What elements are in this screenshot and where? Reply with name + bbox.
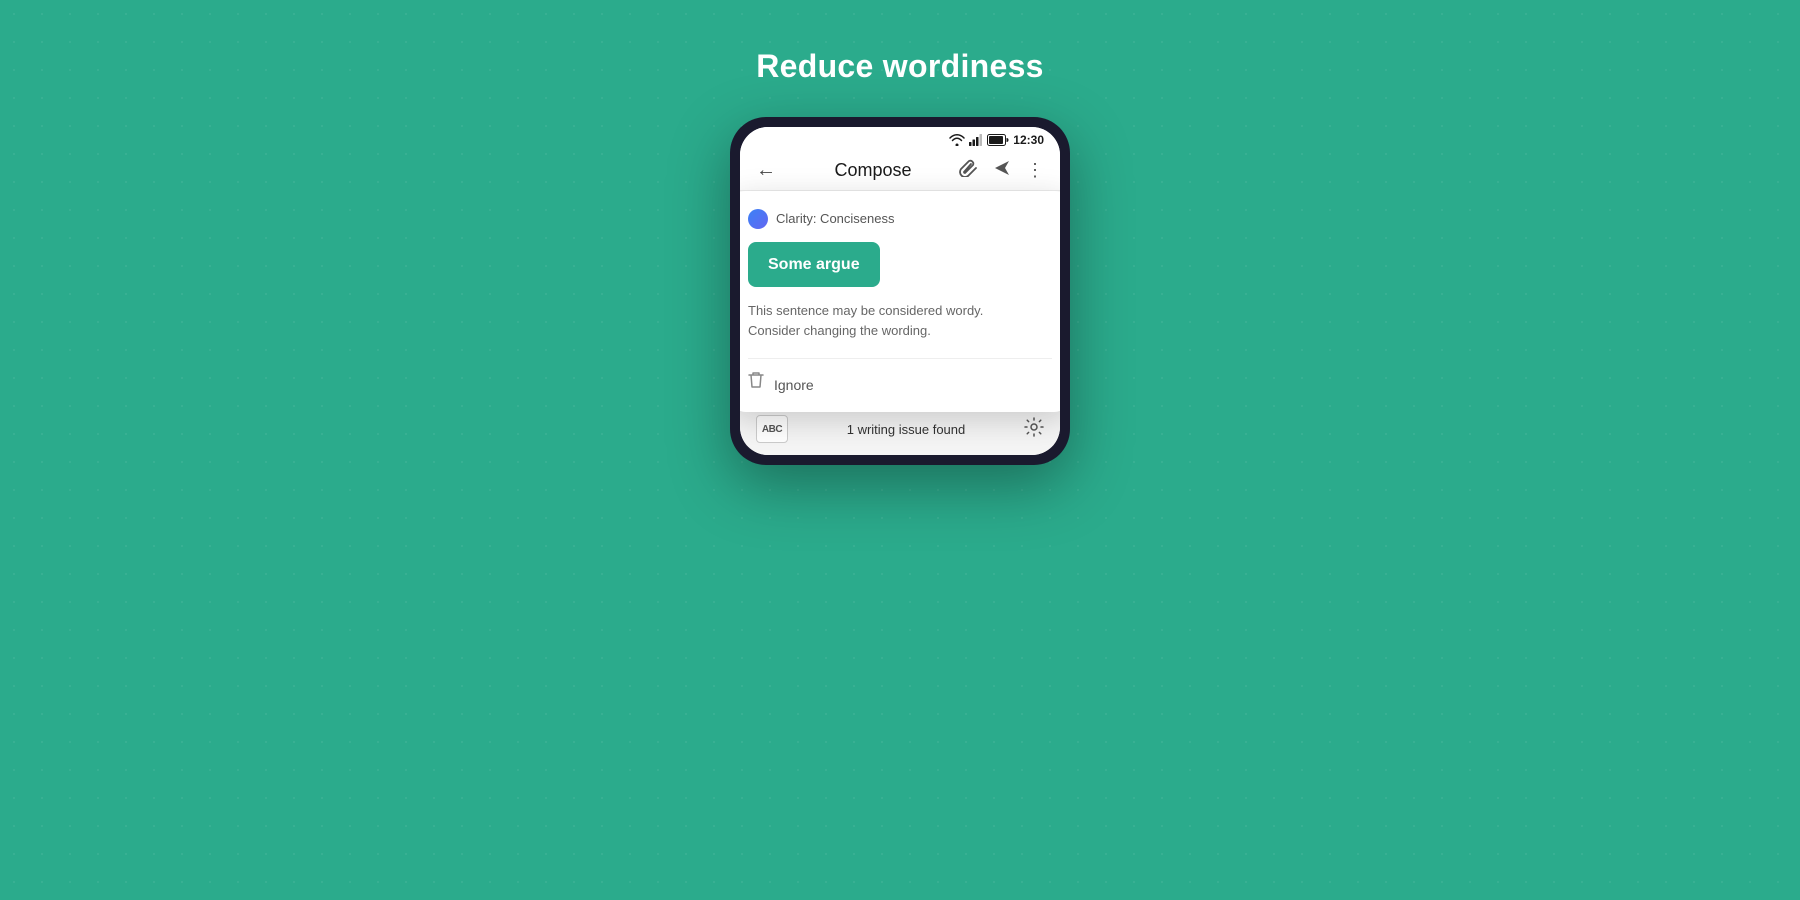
grammarly-icon xyxy=(748,209,768,229)
settings-button[interactable] xyxy=(1024,417,1044,442)
trash-icon xyxy=(748,371,764,398)
ignore-label: Ignore xyxy=(774,374,814,396)
ignore-row[interactable]: Ignore xyxy=(748,371,1052,398)
back-button[interactable]: ← xyxy=(756,159,776,182)
compose-toolbar: ← Compose ⋮ xyxy=(740,151,1060,191)
phone-screen: 12:30 ← Compose ⋮ xyxy=(740,127,1060,455)
suggestion-description: This sentence may be considered wordy. C… xyxy=(748,301,1052,340)
compose-title: Compose xyxy=(788,160,958,181)
suggestion-card: Clarity: Conciseness Some argue This sen… xyxy=(740,191,1060,412)
page-title: Reduce wordiness xyxy=(756,48,1044,85)
status-bar: 12:30 xyxy=(740,127,1060,151)
toolbar-actions: ⋮ xyxy=(958,159,1044,182)
battery-icon xyxy=(987,134,1009,146)
wifi-icon xyxy=(949,134,965,146)
suggestion-desc-line1: This sentence may be considered wordy. xyxy=(748,303,983,318)
writing-issue-text: 1 writing issue found xyxy=(847,422,966,437)
status-icons: 12:30 xyxy=(949,133,1044,147)
more-button[interactable]: ⋮ xyxy=(1026,160,1044,181)
suggestion-replacement-button[interactable]: Some argue xyxy=(748,242,880,288)
phone-frame: 12:30 ← Compose ⋮ xyxy=(730,117,1070,465)
send-button[interactable] xyxy=(992,159,1012,182)
signal-icon xyxy=(969,134,983,146)
compose-body[interactable]: There are some who argue that it'll be t… xyxy=(740,318,1060,402)
attachment-button[interactable] xyxy=(958,159,978,182)
abc-badge: ABC xyxy=(756,415,788,443)
suggestion-divider xyxy=(748,358,1052,359)
status-time: 12:30 xyxy=(1013,133,1044,147)
suggestion-desc-line2: Consider changing the wording. xyxy=(748,323,931,338)
suggestion-header: Clarity: Conciseness xyxy=(748,209,1052,230)
suggestion-category: Clarity: Conciseness xyxy=(776,209,895,230)
